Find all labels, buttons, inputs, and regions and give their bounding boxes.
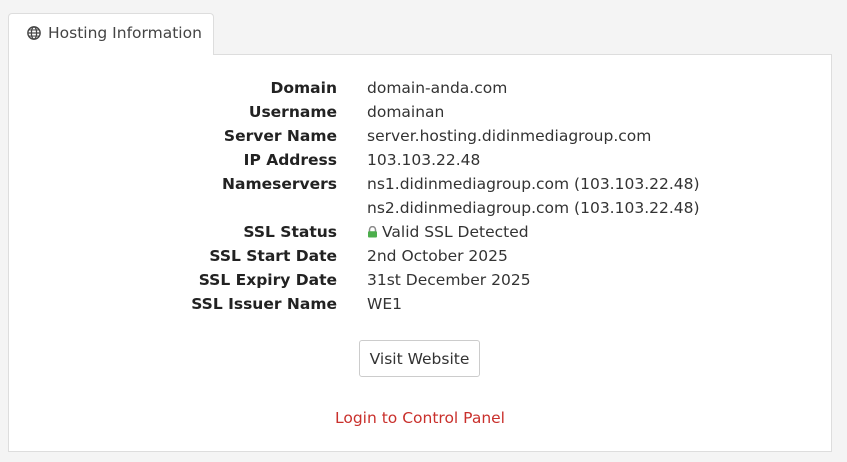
login-control-panel-link[interactable]: Login to Control Panel [9,409,831,427]
ssl-status-value: Valid SSL Detected [367,220,529,244]
info-label: SSL Status [243,223,337,241]
info-value: 103.103.22.48 [367,151,481,169]
info-label: SSL Issuer Name [191,295,337,313]
tab-hosting-information[interactable]: Hosting Information [8,13,214,55]
info-value: server.hosting.didinmediagroup.com [367,127,652,145]
info-label: Server Name [223,127,337,145]
globe-icon [27,26,41,40]
info-value: 31st December 2025 [367,271,531,289]
hosting-info-panel: Domain domain-anda.com Username domainan… [8,54,832,452]
info-value: domainan [367,103,445,121]
info-value: ns2.didinmediagroup.com (103.103.22.48) [367,199,700,217]
info-label: Username [248,103,337,121]
visit-website-button[interactable]: Visit Website [359,340,480,377]
info-label: IP Address [243,151,337,169]
info-label: Domain [270,79,337,97]
info-label: SSL Start Date [209,247,337,265]
tab-label: Hosting Information [48,24,202,42]
info-label: Nameservers [222,175,337,193]
ssl-status-text: Valid SSL Detected [382,223,529,241]
info-label: SSL Expiry Date [198,271,337,289]
info-value: domain-anda.com [367,79,508,97]
info-value: 2nd October 2025 [367,247,508,265]
info-value: ns1.didinmediagroup.com (103.103.22.48) [367,175,700,193]
info-value: WE1 [367,295,402,313]
lock-icon [368,226,377,238]
